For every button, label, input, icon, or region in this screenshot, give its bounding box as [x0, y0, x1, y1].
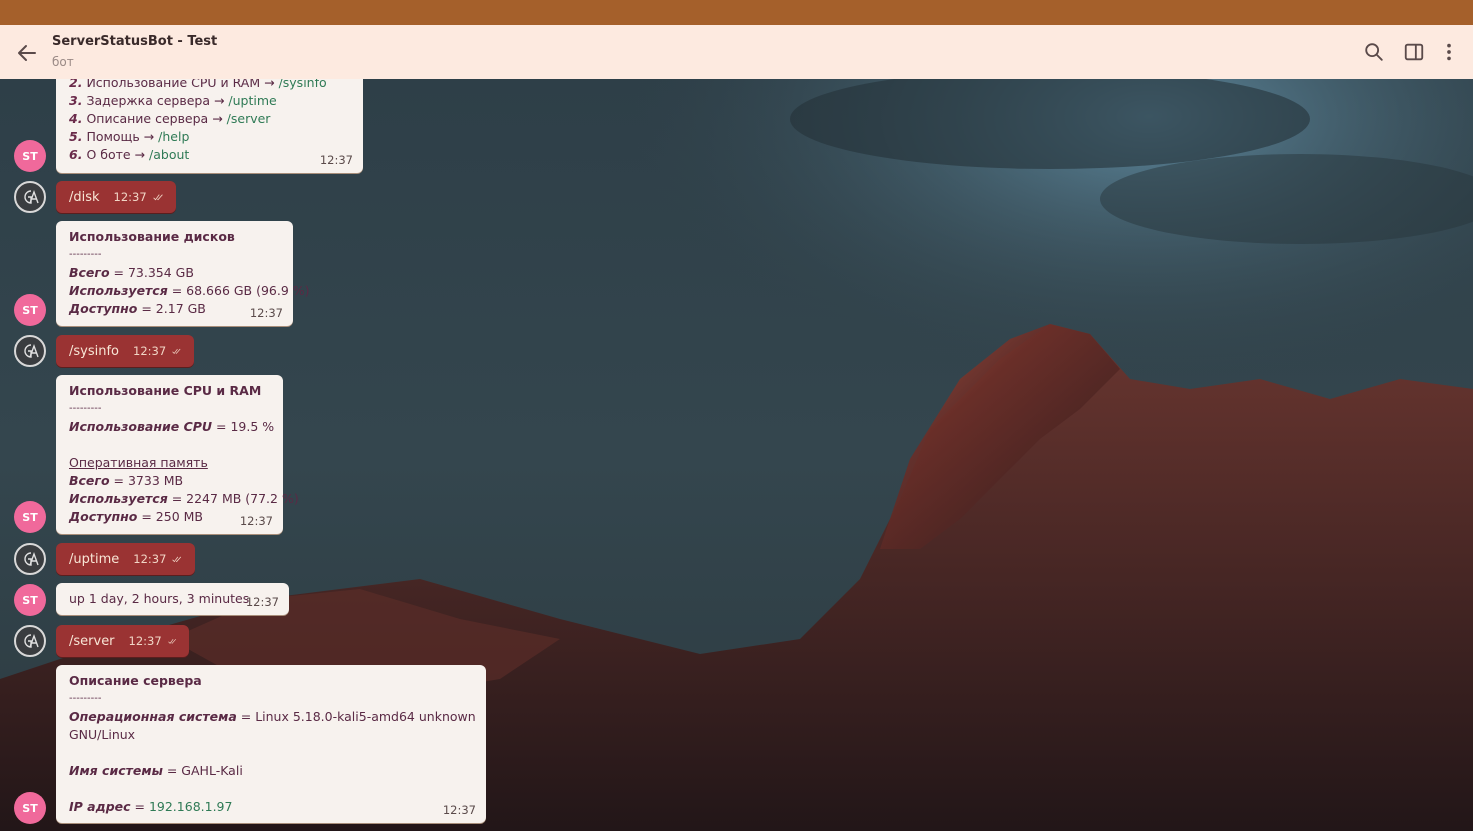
message-user-command: /uptime 12:37 [56, 543, 195, 575]
message-time: 12:37 [442, 803, 476, 817]
user-avatar-logo-icon [24, 189, 39, 204]
back-arrow-icon[interactable] [15, 41, 39, 65]
double-check-icon [153, 193, 163, 200]
separator: --------- [69, 249, 102, 260]
double-check-icon [172, 556, 182, 562]
stat-label: Операционная система [69, 709, 237, 724]
message-time: 12:37 [113, 190, 147, 204]
message-heading: Использование дисков [69, 229, 235, 244]
message-time: 12:37 [319, 153, 353, 167]
user-avatar-logo-icon [24, 343, 39, 358]
command-link[interactable]: /sysinfo [279, 79, 327, 90]
double-check-icon [172, 348, 181, 354]
message-time: 12:37 [239, 514, 273, 528]
command-link[interactable]: /help [158, 129, 189, 144]
message-time: 12:37 [133, 344, 167, 358]
bot-avatar[interactable]: ST [14, 501, 46, 533]
bot-avatar[interactable]: ST [14, 792, 46, 824]
user-avatar[interactable] [14, 181, 46, 213]
bot-avatar[interactable]: ST [14, 140, 46, 172]
stat-value: = [130, 799, 149, 814]
bot-avatar[interactable]: ST [14, 584, 46, 616]
message-time: 12:37 [245, 595, 279, 609]
stat-label: Всего [69, 473, 110, 488]
message-time: 12:37 [133, 552, 167, 566]
message-text: /sysinfo [69, 343, 120, 359]
user-avatar[interactable] [14, 543, 46, 575]
list-item: 6. О боте → /about [69, 147, 190, 162]
stat-value: = 73.354 GB [109, 265, 194, 280]
stat-value: = Linux 5.18.0-kali5-amd64 unknown [236, 709, 476, 724]
stat-value: = GAHL-Kali [162, 763, 243, 778]
sidebar-toggle-icon[interactable] [1403, 41, 1425, 63]
list-item: 5. Помощь → /help [69, 129, 190, 144]
double-check-icon [167, 638, 176, 644]
message-user-command: /disk 12:37 [56, 181, 176, 213]
chat-title[interactable]: ServerStatusBot - Test [52, 34, 217, 49]
stat-label: Доступно [69, 301, 138, 316]
message-bot-server: Описание сервера --------- Операционная … [56, 665, 486, 823]
stat-label: Используется [69, 491, 168, 506]
message-user-command: /server 12:37 [56, 625, 189, 657]
search-icon[interactable] [1363, 41, 1385, 63]
message-bot-menu: 2. Использование CPU и RAM → /sysinfo 3.… [56, 79, 363, 173]
stat-label: Имя системы [69, 763, 163, 778]
message-time: 12:37 [128, 634, 162, 648]
chat-header: ServerStatusBot - Test бот [0, 25, 1473, 79]
stat-label: Использование CPU [69, 419, 213, 434]
user-avatar-logo-icon [24, 551, 39, 566]
message-text: /uptime [69, 551, 120, 567]
message-text: /disk [69, 189, 100, 205]
stat-value: = 68.666 GB (96.9 %) [167, 283, 310, 298]
user-avatar[interactable] [14, 335, 46, 367]
list-item: 2. Использование CPU и RAM → /sysinfo [69, 79, 351, 92]
message-list: 2. Использование CPU и RAM → /sysinfo 3.… [0, 79, 1473, 831]
message-time: 12:37 [249, 306, 283, 320]
section-heading: Оперативная память [69, 455, 208, 470]
separator: --------- [69, 693, 102, 704]
stat-value: = 250 MB [137, 509, 204, 524]
stat-value: = 3733 MB [109, 473, 184, 488]
ip-address-link[interactable]: 192.168.1.97 [149, 799, 233, 814]
message-text: /server [69, 633, 115, 649]
message-user-command: /sysinfo 12:37 [56, 335, 194, 367]
stat-label: Доступно [69, 509, 138, 524]
user-avatar-logo-icon [24, 633, 39, 648]
window-top-bar [0, 0, 1473, 25]
stat-value: GNU/Linux [69, 727, 136, 742]
more-vertical-icon[interactable] [1438, 41, 1460, 63]
message-heading: Описание сервера [69, 673, 202, 688]
chat-subtitle: бот [52, 55, 74, 69]
user-avatar[interactable] [14, 625, 46, 657]
command-link[interactable]: /server [227, 111, 271, 126]
stat-label: Используется [69, 283, 168, 298]
list-item: 4. Описание сервера → /server [69, 111, 271, 126]
stat-label: IP адрес [69, 799, 131, 814]
stat-value: = 2247 MB (77.2 %) [167, 491, 299, 506]
message-bot-disk: Использование дисков --------- Всего = 7… [56, 221, 310, 326]
stat-value: = 2.17 GB [137, 301, 206, 316]
stat-label: Всего [69, 265, 110, 280]
message-bot-sysinfo: Использование CPU и RAM --------- Исполь… [56, 375, 299, 534]
message-heading: Использование CPU и RAM [69, 383, 262, 398]
separator: --------- [69, 403, 102, 414]
bot-avatar[interactable]: ST [14, 294, 46, 326]
message-bot-uptime: up 1 day, 2 hours, 3 minutes 12:37 [56, 583, 289, 615]
list-item: 3. Задержка сервера → /uptime [69, 93, 277, 108]
stat-value: = 19.5 % [212, 419, 275, 434]
command-link[interactable]: /about [149, 147, 189, 162]
command-link[interactable]: /uptime [228, 93, 276, 108]
